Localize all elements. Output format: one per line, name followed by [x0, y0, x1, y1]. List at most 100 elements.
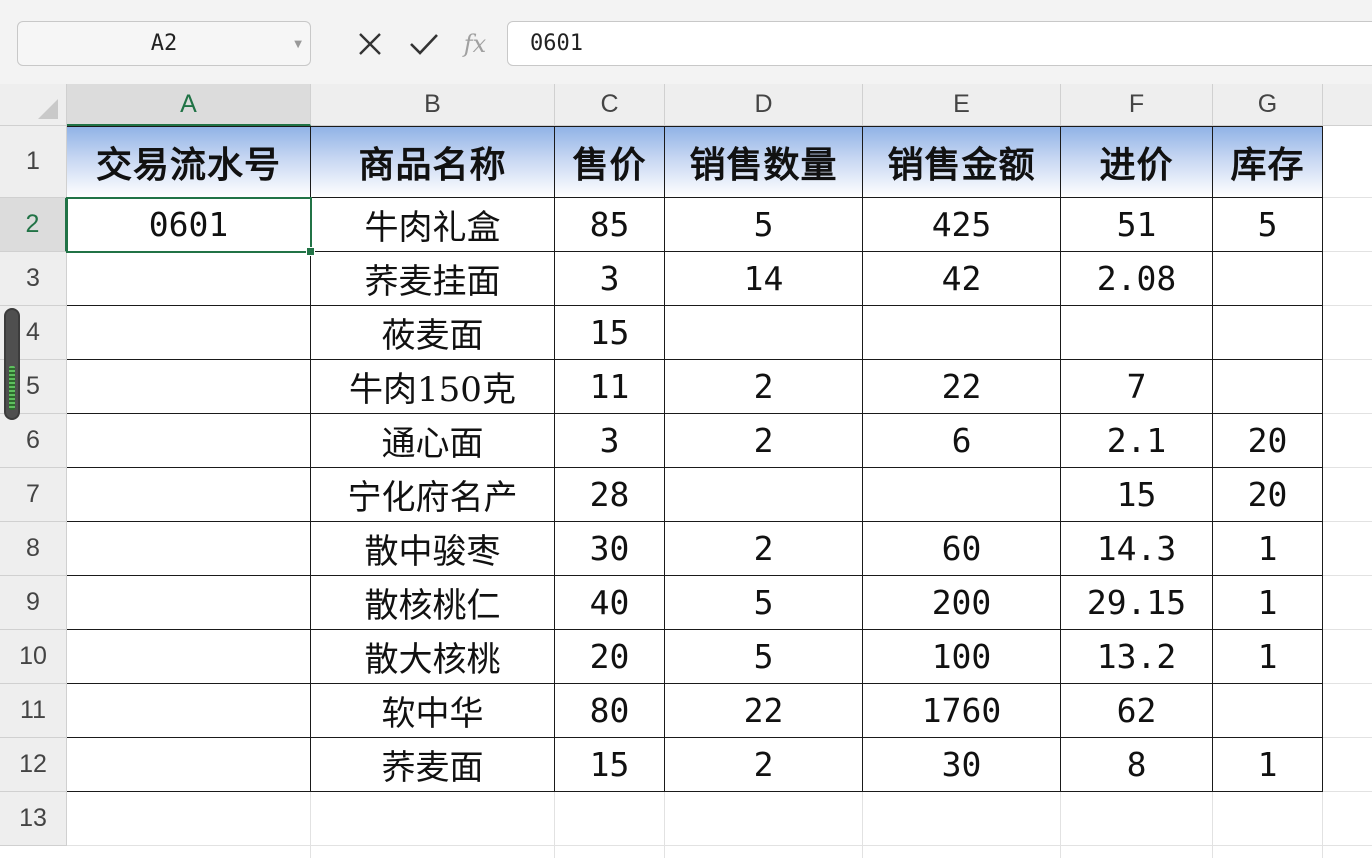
cell-b8[interactable]: 散中骏枣 — [311, 522, 555, 576]
cell-a9[interactable] — [67, 576, 311, 630]
cell-partial-row[interactable] — [555, 846, 665, 858]
cell-g11[interactable] — [1213, 684, 1323, 738]
cell-c12[interactable]: 15 — [555, 738, 665, 792]
cell-h9[interactable] — [1323, 576, 1372, 630]
row-header-6[interactable]: 6 — [0, 414, 67, 468]
cell-b12[interactable]: 荞麦面 — [311, 738, 555, 792]
cell-partial-row[interactable] — [67, 846, 311, 858]
cell-c10[interactable]: 20 — [555, 630, 665, 684]
column-header-a[interactable]: A — [67, 84, 311, 126]
cell-a8[interactable] — [67, 522, 311, 576]
cell-a13[interactable] — [67, 792, 311, 846]
row-header-9[interactable]: 9 — [0, 576, 67, 630]
cell-g9[interactable]: 1 — [1213, 576, 1323, 630]
cell-f13[interactable] — [1061, 792, 1213, 846]
cell-d10[interactable]: 5 — [665, 630, 863, 684]
column-header-g[interactable]: G — [1213, 84, 1323, 126]
cell-e2[interactable]: 425 — [863, 198, 1061, 252]
cell-e9[interactable]: 200 — [863, 576, 1061, 630]
cell-g13[interactable] — [1213, 792, 1323, 846]
cell-b13[interactable] — [311, 792, 555, 846]
cell-c2[interactable]: 85 — [555, 198, 665, 252]
cell-h1[interactable] — [1323, 126, 1372, 198]
cell-a5[interactable] — [67, 360, 311, 414]
cell-h12[interactable] — [1323, 738, 1372, 792]
cell-a3[interactable] — [67, 252, 311, 306]
cell-c6[interactable]: 3 — [555, 414, 665, 468]
cell-a4[interactable] — [67, 306, 311, 360]
cell-g2[interactable]: 5 — [1213, 198, 1323, 252]
cell-d8[interactable]: 2 — [665, 522, 863, 576]
cell-h5[interactable] — [1323, 360, 1372, 414]
row-header-1[interactable]: 1 — [0, 126, 67, 198]
row-header-12[interactable]: 12 — [0, 738, 67, 792]
cell-b2[interactable]: 牛肉礼盒 — [311, 198, 555, 252]
cell-h10[interactable] — [1323, 630, 1372, 684]
cell-d2[interactable]: 5 — [665, 198, 863, 252]
vertical-scrollbar-thumb[interactable] — [4, 308, 20, 420]
select-all-corner[interactable] — [0, 84, 67, 126]
cell-g5[interactable] — [1213, 360, 1323, 414]
cell-e11[interactable]: 1760 — [863, 684, 1061, 738]
name-box[interactable]: A2 ▼ — [17, 21, 311, 66]
cell-d6[interactable]: 2 — [665, 414, 863, 468]
cell-h6[interactable] — [1323, 414, 1372, 468]
cell-c13[interactable] — [555, 792, 665, 846]
cell-f5[interactable]: 7 — [1061, 360, 1213, 414]
cell-e7[interactable] — [863, 468, 1061, 522]
cell-e10[interactable]: 100 — [863, 630, 1061, 684]
cell-partial-row[interactable] — [1061, 846, 1213, 858]
cell-f9[interactable]: 29.15 — [1061, 576, 1213, 630]
row-header-3[interactable]: 3 — [0, 252, 67, 306]
fill-handle[interactable] — [306, 247, 315, 256]
column-header-h-partial[interactable] — [1323, 84, 1372, 126]
cell-e13[interactable] — [863, 792, 1061, 846]
column-header-b[interactable]: B — [311, 84, 555, 126]
cell-d13[interactable] — [665, 792, 863, 846]
cell-d9[interactable]: 5 — [665, 576, 863, 630]
confirm-button[interactable] — [404, 24, 444, 64]
cell-e3[interactable]: 42 — [863, 252, 1061, 306]
row-header-10[interactable]: 10 — [0, 630, 67, 684]
column-header-d[interactable]: D — [665, 84, 863, 126]
formula-input[interactable]: 0601 — [507, 21, 1372, 66]
cell-b3[interactable]: 荞麦挂面 — [311, 252, 555, 306]
cell-f6[interactable]: 2.1 — [1061, 414, 1213, 468]
cell-partial-row[interactable] — [863, 846, 1061, 858]
column-header-f[interactable]: F — [1061, 84, 1213, 126]
name-box-dropdown-icon[interactable]: ▼ — [294, 39, 302, 50]
cell-b7[interactable]: 宁化府名产 — [311, 468, 555, 522]
cell-e8[interactable]: 60 — [863, 522, 1061, 576]
cell-d1[interactable]: 销售数量 — [665, 126, 863, 198]
cell-e5[interactable]: 22 — [863, 360, 1061, 414]
cell-b9[interactable]: 散核桃仁 — [311, 576, 555, 630]
cell-b10[interactable]: 散大核桃 — [311, 630, 555, 684]
cell-h2[interactable] — [1323, 198, 1372, 252]
cell-b5[interactable]: 牛肉150克 — [311, 360, 555, 414]
cell-c7[interactable]: 28 — [555, 468, 665, 522]
column-header-c[interactable]: C — [555, 84, 665, 126]
cell-d12[interactable]: 2 — [665, 738, 863, 792]
cell-h4[interactable] — [1323, 306, 1372, 360]
cell-d4[interactable] — [665, 306, 863, 360]
column-header-e[interactable]: E — [863, 84, 1061, 126]
cell-c5[interactable]: 11 — [555, 360, 665, 414]
cell-g12[interactable]: 1 — [1213, 738, 1323, 792]
cell-e4[interactable] — [863, 306, 1061, 360]
cell-h3[interactable] — [1323, 252, 1372, 306]
cell-g8[interactable]: 1 — [1213, 522, 1323, 576]
cell-f7[interactable]: 15 — [1061, 468, 1213, 522]
cell-e12[interactable]: 30 — [863, 738, 1061, 792]
cell-a1[interactable]: 交易流水号 — [67, 126, 311, 198]
cancel-button[interactable] — [350, 24, 390, 64]
cell-f10[interactable]: 13.2 — [1061, 630, 1213, 684]
row-header-13[interactable]: 13 — [0, 792, 67, 846]
cell-a6[interactable] — [67, 414, 311, 468]
row-header-7[interactable]: 7 — [0, 468, 67, 522]
cell-c3[interactable]: 3 — [555, 252, 665, 306]
cell-f2[interactable]: 51 — [1061, 198, 1213, 252]
cell-c8[interactable]: 30 — [555, 522, 665, 576]
cell-partial-row[interactable] — [1213, 846, 1323, 858]
cell-f11[interactable]: 62 — [1061, 684, 1213, 738]
cell-a7[interactable] — [67, 468, 311, 522]
